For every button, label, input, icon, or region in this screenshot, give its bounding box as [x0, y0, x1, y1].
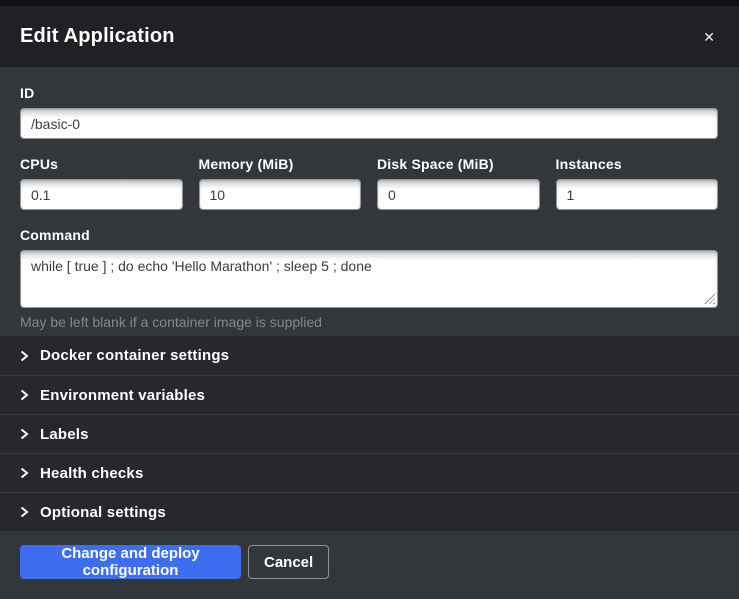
memory-field-label: Memory (MiB)	[199, 156, 362, 172]
chevron-right-icon	[20, 389, 29, 401]
cpus-field-label: CPUs	[20, 156, 183, 172]
chevron-right-icon	[20, 506, 29, 518]
section-label: Environment variables	[40, 387, 205, 404]
change-and-deploy-button[interactable]: Change and deploy configuration	[20, 545, 241, 579]
id-field-label: ID	[20, 85, 718, 101]
modal-title: Edit Application	[20, 25, 175, 48]
section-labels[interactable]: Labels	[0, 414, 739, 453]
cancel-button[interactable]: Cancel	[248, 545, 329, 579]
memory-field[interactable]	[199, 179, 362, 210]
cpus-field[interactable]	[20, 179, 183, 210]
id-field[interactable]	[20, 108, 718, 139]
chevron-right-icon	[20, 428, 29, 440]
section-label: Docker container settings	[40, 347, 229, 364]
section-environment-variables[interactable]: Environment variables	[0, 375, 739, 414]
id-field-group: ID	[20, 85, 718, 139]
command-field-group: Command while [ true ] ; do echo 'Hello …	[20, 227, 718, 330]
disk-field-label: Disk Space (MiB)	[377, 156, 540, 172]
cpus-field-group: CPUs	[20, 156, 183, 210]
command-help-text: May be left blank if a container image i…	[20, 314, 718, 330]
chevron-right-icon	[20, 350, 29, 362]
section-label: Labels	[40, 426, 89, 443]
section-label: Optional settings	[40, 504, 166, 521]
instances-field-label: Instances	[556, 156, 719, 172]
instances-field[interactable]	[556, 179, 719, 210]
resource-fields-row: CPUs Memory (MiB) Disk Space (MiB) Insta…	[20, 156, 718, 210]
memory-field-group: Memory (MiB)	[199, 156, 362, 210]
modal-body: ID CPUs Memory (MiB) Disk Space (MiB) In…	[0, 67, 739, 336]
modal-header: Edit Application ✕	[0, 6, 739, 67]
section-health-checks[interactable]: Health checks	[0, 453, 739, 492]
instances-field-group: Instances	[556, 156, 719, 210]
section-optional-settings[interactable]: Optional settings	[0, 492, 739, 531]
disk-field-group: Disk Space (MiB)	[377, 156, 540, 210]
collapsible-sections: Docker container settings Environment va…	[0, 336, 739, 531]
modal-footer: Change and deploy configuration Cancel	[0, 531, 739, 599]
close-icon[interactable]: ✕	[699, 26, 719, 48]
chevron-right-icon	[20, 467, 29, 479]
section-docker-container-settings[interactable]: Docker container settings	[0, 336, 739, 375]
command-textarea-wrap: while [ true ] ; do echo 'Hello Marathon…	[20, 250, 718, 308]
edit-application-modal: Edit Application ✕ ID CPUs Memory (MiB) …	[0, 0, 739, 599]
section-label: Health checks	[40, 465, 143, 482]
command-field-label: Command	[20, 227, 718, 243]
disk-field[interactable]	[377, 179, 540, 210]
command-field[interactable]: while [ true ] ; do echo 'Hello Marathon…	[20, 250, 718, 308]
